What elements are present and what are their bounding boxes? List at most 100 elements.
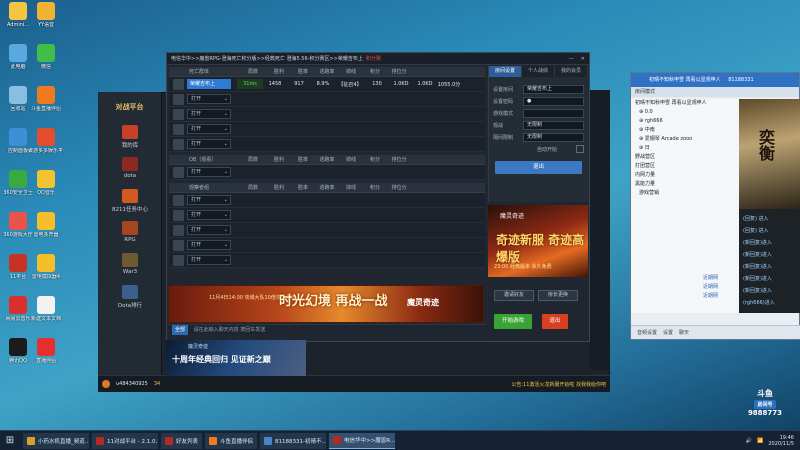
room-titlebar[interactable]: 电信华中>>魔兽RPG-澄海死亡积分版>>经典死亡 澄海5.56-积分赛区>>荣… [167,53,589,65]
setting-value[interactable] [523,108,584,118]
volume-icon[interactable]: 🔊 [746,438,752,444]
leave-button[interactable]: 退出 [495,161,582,174]
team-header: 死亡群体 局数 胜利 胜率 逃跑率 掉线 积分 排位分 [169,67,485,77]
desktop-icon[interactable]: QQ音乐 [28,170,64,196]
channel-tree-item[interactable]: 内网力量 [631,171,739,180]
channel-tree-item[interactable]: 打团营区 [631,162,739,171]
sidebar-item[interactable]: 我的库 [98,122,162,154]
desktop-icon[interactable]: 直播伴侣 [28,338,64,364]
taskbar-app[interactable]: 斗鱼直播伴侣 [205,432,258,449]
windows-start-icon[interactable]: ⊞ [0,431,20,450]
chat-input-bar[interactable]: 全部 请在此输入聊天内容 按回车发送 [168,324,486,335]
seat-row[interactable]: 打开 ⌄ [169,223,485,238]
voice-titlebar[interactable]: 初晴不知秋申雪 再看以显观申人 81188331 [631,73,799,87]
change-host-button[interactable]: 房长更换 [538,290,578,301]
sidebar-item[interactable]: RPG [98,218,162,250]
channel-tree-item[interactable]: 初晴不知秋申雪 再看以显观申人 [631,99,739,108]
ad-banner-side[interactable]: 魔灵奇迹 奇迹新服 奇迹高爆版 23:00 经典版本 永久免费 [488,205,588,277]
seat-open-select[interactable]: 打开 ⌄ [187,210,231,220]
clock[interactable]: 19:46 2020/11/5 [768,435,794,447]
channel-tree-item[interactable]: ⊕ 0.0 [631,108,739,117]
setting-value[interactable]: ● [523,96,584,106]
auto-start-checkbox[interactable] [576,145,584,153]
seat-open-select[interactable]: 打开 ⌄ [187,195,231,205]
desktop-icon[interactable]: YY语音 [28,2,64,28]
channel-tree-item[interactable]: 游戏营销 [631,189,739,198]
app-icon [37,212,55,230]
channel-tree-item[interactable]: ⊕ 中南 [631,126,739,135]
seat-row[interactable]: 打开 ⌄ [169,208,485,223]
voice-toolbar-item[interactable]: 音频设置 [637,329,657,336]
voice-mode[interactable]: 房间模式 [631,87,799,97]
taskbar-app[interactable]: 81188331-初晴不... [260,432,327,449]
seat-row[interactable]: 打开 ⌄ [169,165,485,180]
player-name[interactable]: 荣耀吉布上 [187,79,231,89]
tab-personal-record[interactable]: 个人战绩 [522,66,555,77]
desktop-icon[interactable]: 斗鱼直播伴侣 [28,86,64,112]
seat-open-select[interactable]: 打开 ⌄ [187,167,231,177]
seat-row[interactable]: 荣耀吉布上 31ms 1458 917 8.9% 【征召4】 130 1.0KD 1.0KD 10… [169,77,485,92]
sidebar-item[interactable]: 8211任务中心 [98,186,162,218]
desktop-icon[interactable]: 雷电模拟器4 [28,254,64,280]
game-icon [122,253,138,267]
setting-value[interactable]: 无限制 [523,132,584,142]
user-avatar-icon[interactable] [102,380,110,388]
voice-toolbar-item[interactable]: 聊天 [679,329,689,336]
voice-toolbar-item[interactable]: 设置 [663,329,673,336]
player-stat: 1.0KD [393,81,409,87]
taskbar-app-label: 小药水机直播_频道... [38,438,89,445]
chat-input[interactable]: 请在此输入聊天内容 按回车发送 [194,327,266,333]
minimize-icon[interactable]: — [569,56,574,62]
desktop-icon[interactable]: 新建文本文档 [28,296,64,322]
seat-row[interactable]: 打开 ⌄ [169,122,485,137]
chat-channel-select[interactable]: 全部 [172,325,189,335]
seat-open-select[interactable]: 打开 ⌄ [187,139,231,149]
sidebar-item-label: 我的库 [121,143,139,149]
sidebar-item[interactable]: War3 [98,250,162,282]
tab-room-settings[interactable]: 房间设置 [489,66,522,77]
ad-banner-main[interactable]: 11月4日14:00 攻城大队10倍单人副本 时光幻境 再战一战 魔灵奇迹 [168,285,484,323]
taskbar-app[interactable]: 好友列表 [161,432,203,449]
seat-open-select[interactable]: 打开 ⌄ [187,109,231,119]
seat-open-select[interactable]: 打开 ⌄ [187,124,231,134]
player-avatar-icon [173,224,184,236]
network-icon[interactable]: 📶 [757,438,763,444]
seat-row[interactable]: 打开 ⌄ [169,193,485,208]
sidebar-item[interactable]: dota [98,154,162,186]
tab-membership[interactable]: 我的会员 [555,66,588,77]
taskbar-app[interactable]: 小药水机直播_频道... [23,432,89,449]
seat-row[interactable]: 打开 ⌄ [169,137,485,152]
ad-banner-bottom[interactable]: 魔灵奇迹 十周年经典回归 见证新之巅 [166,340,306,376]
seat-open-select[interactable]: 打开 ⌄ [187,255,231,265]
taskbar-app[interactable]: 电信华中>>魔兽R... [329,432,396,449]
channel-tree-item[interactable]: 黑能力量 [631,180,739,189]
close-icon[interactable]: ✕ [581,56,585,62]
team-name: 死亡群体 [189,69,210,75]
seat-row[interactable]: 打开 ⌄ [169,238,485,253]
seat-row[interactable]: 打开 ⌄ [169,107,485,122]
channel-tree-item[interactable]: ⊕ 日 [631,144,739,153]
channel-tree-item[interactable]: ⊕ 爱钢琴 Arcade zooo [631,135,739,144]
desktop-icon[interactable]: 聚游多多娱乐平台 [28,128,64,154]
desktop-icon[interactable]: 雷电多开器 [28,212,64,238]
setting-value[interactable]: 荣耀吉布上 [523,84,584,94]
player-avatar-icon [173,108,184,120]
seat-open-select[interactable]: 打开 ⌄ [187,240,231,250]
chat-message: (新回复)进入 [743,288,772,294]
desktop-icon[interactable]: 微信 [28,44,64,70]
app-icon [9,212,27,230]
seat-open-select[interactable]: 打开 ⌄ [187,94,231,104]
seat-row[interactable]: 打开 ⌄ [169,92,485,107]
taskbar-app[interactable]: 11对战平台 - 2.1.0.1 [92,432,158,449]
bottom-banner-headline: 十周年经典回归 见证新之巅 [172,355,271,364]
sidebar-item[interactable]: Dota排行 [98,282,162,314]
start-game-button[interactable]: 开始游戏 [494,314,532,329]
seat-open-select[interactable]: 打开 ⌄ [187,225,231,235]
invite-friend-button[interactable]: 邀请好友 [494,290,534,301]
channel-tree-item[interactable]: ⊕ rgh666 [631,117,739,126]
voice-toolbar: 音频设置 设置 聊天 [631,325,800,339]
setting-value[interactable]: 无限制 [523,120,584,130]
channel-tree-item[interactable]: 野战营区 [631,153,739,162]
quit-room-button[interactable]: 退出 [542,314,568,329]
seat-row[interactable]: 打开 ⌄ [169,253,485,268]
